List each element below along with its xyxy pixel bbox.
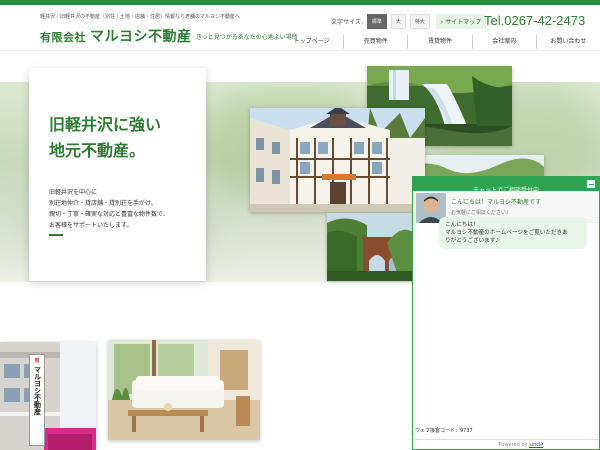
office-building-photo: 有 マルヨシ不動産	[0, 342, 96, 450]
chat-widget: チャットでご相談受付中 こんにちは！マルヨシ不動産です お気軽にご相談ください♪…	[412, 176, 600, 450]
nav-item-contact[interactable]: お問い合わせ	[535, 35, 600, 49]
chat-message-line: マルヨシ不動産のホームページをご覧いただきあ	[445, 230, 568, 236]
operator-name: こんにちは！マルヨシ不動産です	[451, 199, 542, 206]
powered-by-brand-link[interactable]: sincl∂	[529, 442, 543, 448]
nav-item-rental[interactable]: 賃貸物件	[407, 35, 471, 49]
font-size-normal-button[interactable]: 標準	[366, 14, 387, 29]
logo-name: マルヨシ不動産	[90, 29, 192, 45]
chat-message-line: こんにちは！	[445, 222, 479, 228]
nav-item-company[interactable]: 会社案内	[471, 35, 536, 49]
nav-item-top[interactable]: トップページ	[280, 35, 343, 49]
header-tagline: 軽井沢・旧軽井沢の不動産（別荘・土地・店舗・住居）情報なら老舗のマルヨシ不動産へ	[40, 14, 241, 20]
web-code: ウェブ接客コード：9737	[415, 428, 473, 434]
chat-header[interactable]: チャットでご相談受付中	[413, 177, 599, 194]
intro-body: 旧軽井沢を中心に 別荘地仲介・貸店舗・貸別荘を手がけ、 親切・丁寧・確実な対応と…	[49, 187, 186, 231]
intro-body-line: 旧軽井沢を中心に	[49, 189, 98, 196]
sign-prefix: 有	[34, 358, 40, 364]
intro-accent-bar	[49, 234, 63, 236]
site-header: 軽井沢・旧軽井沢の不動産（別荘・土地・店舗・住居）情報なら老舗のマルヨシ不動産へ…	[0, 5, 600, 50]
font-size-xlarge-button[interactable]: 特大	[409, 14, 430, 29]
sign-name: マルヨシ不動産	[33, 366, 42, 415]
phone-number[interactable]: Tel.0267-42-2473	[484, 13, 585, 28]
intro-card: 旧軽井沢に強い 地元不動産。 旧軽井沢を中心に 別荘地仲介・貸店舗・貸別荘を手が…	[29, 68, 206, 281]
logo-prefix: 有限会社	[40, 31, 86, 44]
company-sign: 有 マルヨシ不動産	[29, 354, 45, 446]
font-size-large-button[interactable]: 大	[390, 14, 406, 29]
operator-subtitle: お気軽にご相談ください♪	[451, 210, 510, 216]
living-room-photo	[108, 340, 260, 440]
chat-message-bubble: こんにちは！ マルヨシ不動産のホームページをご覧いただきあ りがとうございます♪	[439, 217, 587, 249]
chat-footer: Powered by sincl∂	[413, 439, 599, 450]
sitemap-link[interactable]: › サイトマップ	[435, 14, 487, 29]
intro-body-line: 別荘地仲介・貸店舗・貸別荘を手がけ、	[49, 200, 157, 207]
intro-body-line: お客様をサポートいたします。	[49, 222, 133, 229]
powered-by-label: Powered by	[498, 442, 528, 448]
global-nav: トップページ 売買物件 賃貸物件 会社案内 お問い合わせ	[280, 35, 600, 49]
intro-body-line: 親切・丁寧・確実な対応と豊富な物件数で、	[49, 211, 169, 218]
intro-headline-line2: 地元不動産。	[49, 141, 146, 160]
nav-item-sale[interactable]: 売買物件	[343, 35, 407, 49]
bridge-photo	[327, 213, 414, 281]
forest-strip-photo	[408, 155, 544, 177]
font-size-switcher: 文字サイズ: 標準 大 特大 › サイトマップ	[331, 14, 487, 29]
font-size-label: 文字サイズ:	[331, 19, 363, 26]
chat-message-line: りがとうございます♪	[445, 238, 499, 244]
historic-building-photo	[250, 108, 425, 212]
sitemap-label: サイトマップ	[445, 19, 482, 26]
header-divider	[0, 50, 600, 51]
minimize-icon[interactable]	[586, 179, 596, 189]
site-logo[interactable]: 有限会社 マルヨシ不動産	[40, 26, 192, 46]
intro-headline-line1: 旧軽井沢に強い	[49, 115, 162, 134]
